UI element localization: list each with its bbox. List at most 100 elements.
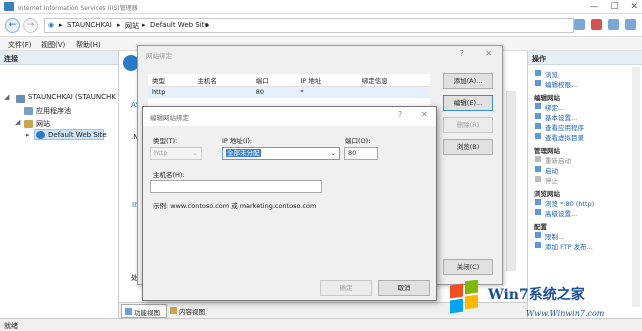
close-icon[interactable]: ✕ bbox=[485, 49, 492, 58]
content-icon bbox=[170, 307, 177, 314]
hostname-label: 主机名(H): bbox=[153, 171, 185, 179]
type-select[interactable]: http ⌄ bbox=[150, 147, 202, 160]
globe-icon: ◉ bbox=[48, 21, 55, 29]
home-icon[interactable] bbox=[608, 19, 619, 30]
help-icon[interactable]: ? bbox=[460, 49, 464, 58]
hostname-field[interactable] bbox=[150, 180, 322, 193]
breadcrumb[interactable]: ◉ ▸ STAUNCHKAI ▸ 网站 ▸ Default Web Site ▸ bbox=[44, 18, 574, 33]
edit-binding-dialog: 编辑网站绑定 ? ✕ 类型(T): http ⌄ IP 地址(I): 全部未分配… bbox=[142, 106, 437, 301]
tab-content-view[interactable]: 内容视图 bbox=[169, 304, 215, 318]
stop-icon[interactable] bbox=[591, 19, 602, 30]
maximize-icon[interactable]: ☐ bbox=[610, 2, 618, 12]
window-title: Internet Information Services (IIS)管理器 bbox=[18, 5, 138, 12]
tree-item-sites[interactable]: 网站 bbox=[36, 119, 50, 129]
type-value: http bbox=[154, 149, 168, 157]
action-link[interactable]: 浏览 bbox=[545, 69, 558, 79]
action-group-header: 管理网站 bbox=[534, 147, 560, 155]
action-link[interactable]: 添加 FTP 发布... bbox=[545, 241, 593, 251]
column-header-port[interactable]: 端口 bbox=[251, 74, 297, 87]
close-button[interactable]: 关闭(C) bbox=[443, 259, 493, 275]
table-row[interactable]: http 80 * bbox=[148, 86, 430, 98]
breadcrumb-item-site[interactable]: Default Web Site bbox=[150, 21, 209, 29]
menu-view[interactable]: 视图(V) bbox=[41, 40, 65, 50]
port-field[interactable]: 80 bbox=[344, 147, 378, 160]
tab-content-label: 内容视图 bbox=[179, 308, 205, 316]
folder-icon bbox=[24, 120, 33, 128]
ok-button[interactable]: 确定 bbox=[320, 280, 372, 296]
action-group-header: 编辑网站 bbox=[534, 94, 560, 102]
cell-ip: * bbox=[296, 86, 358, 98]
ip-value: 全部未分配 bbox=[226, 149, 261, 157]
action-icon bbox=[535, 80, 541, 86]
tree-item-server[interactable]: STAUNCHKAI (STAUNCHK bbox=[28, 93, 116, 101]
tree-item-default-site[interactable]: Default Web Site bbox=[48, 131, 107, 139]
cell-type: http bbox=[148, 86, 194, 98]
action-icon bbox=[535, 133, 541, 139]
tree-item-app-pools[interactable]: 应用程序池 bbox=[36, 106, 71, 116]
remove-button[interactable]: 删除(R) bbox=[443, 117, 493, 133]
chevron-down-icon: ⌄ bbox=[192, 149, 198, 157]
column-header-host[interactable]: 主机名 bbox=[193, 74, 252, 87]
actions-header: 操作 bbox=[528, 51, 642, 65]
action-icon bbox=[535, 70, 541, 76]
cell-port: 80 bbox=[251, 86, 297, 98]
scrollbar[interactable] bbox=[506, 91, 516, 271]
title-bar: Internet Information Services (IIS)管理器 —… bbox=[0, 0, 642, 14]
action-link[interactable]: 编辑权限... bbox=[545, 79, 577, 89]
column-header-type[interactable]: 类型 bbox=[148, 74, 194, 87]
actions-scrollbar[interactable] bbox=[632, 67, 640, 307]
refresh-icon[interactable] bbox=[574, 19, 585, 30]
column-header-ip[interactable]: IP 地址 bbox=[296, 74, 358, 87]
action-link[interactable]: 限制... bbox=[545, 231, 564, 241]
add-button[interactable]: 添加(A)... bbox=[443, 73, 493, 89]
edit-dialog-title: 编辑网站绑定 bbox=[150, 114, 189, 122]
edit-button[interactable]: 编辑(E)... bbox=[443, 95, 493, 111]
chevron-right-icon[interactable]: ▸ bbox=[26, 131, 30, 139]
app-pool-icon bbox=[24, 107, 33, 115]
menu-help[interactable]: 帮助(H) bbox=[76, 40, 101, 50]
bindings-dialog-title: 网站绑定 bbox=[146, 52, 172, 60]
action-link[interactable]: 停止 bbox=[545, 175, 558, 185]
connections-pane: 连接 ◢ STAUNCHKAI (STAUNCHK 应用程序池 ◢ 网站 ▸ D… bbox=[0, 51, 119, 318]
chevron-down-icon: ⌄ bbox=[330, 149, 336, 157]
close-icon[interactable]: ✕ bbox=[421, 110, 428, 119]
action-group-header: 浏览网站 bbox=[534, 190, 560, 198]
action-link[interactable]: 浏览 *:80 (http) bbox=[545, 198, 594, 208]
cell-host bbox=[193, 86, 252, 98]
action-icon bbox=[535, 123, 541, 129]
cancel-button[interactable]: 取消 bbox=[378, 280, 430, 296]
column-header-info[interactable]: 绑定信息 bbox=[357, 74, 430, 87]
address-bar: ← → ◉ ▸ STAUNCHKAI ▸ 网站 ▸ Default Web Si… bbox=[0, 14, 642, 37]
action-icon bbox=[535, 209, 541, 215]
action-link[interactable]: 启动 bbox=[545, 165, 558, 175]
action-link[interactable]: 绑定... bbox=[545, 102, 564, 112]
action-icon bbox=[535, 199, 541, 205]
action-icon bbox=[535, 103, 541, 109]
watermark-url: Www.Winwin7.com bbox=[526, 309, 605, 318]
breadcrumb-item-server[interactable]: STAUNCHKAI bbox=[67, 21, 112, 29]
ip-address-select[interactable]: 全部未分配 ⌄ bbox=[222, 147, 340, 160]
action-icon bbox=[535, 113, 541, 119]
actions-pane: 操作 浏览 编辑权限... 编辑网站 绑定... 基本设置... 查看应用程序 查看虚拟目录… bbox=[527, 51, 642, 318]
collapse-icon[interactable]: ◢ bbox=[4, 93, 9, 101]
breadcrumb-item-sites[interactable]: 网站 bbox=[125, 21, 139, 31]
forward-button[interactable]: → bbox=[23, 18, 38, 33]
tab-features-view[interactable]: 功能视图 bbox=[121, 304, 167, 318]
action-icon bbox=[535, 232, 541, 238]
action-icon bbox=[535, 176, 541, 182]
expand-icon[interactable]: ◢ bbox=[15, 118, 20, 126]
menu-file[interactable]: 文件(F) bbox=[8, 40, 32, 50]
back-button[interactable]: ← bbox=[5, 18, 20, 33]
action-link[interactable]: 查看应用程序 bbox=[545, 122, 584, 132]
minimize-icon[interactable]: — bbox=[589, 2, 598, 12]
help-icon[interactable] bbox=[625, 19, 636, 30]
type-label: 类型(T): bbox=[153, 137, 178, 145]
action-link[interactable]: 重新启动 bbox=[545, 155, 571, 165]
action-link[interactable]: 高级设置... bbox=[545, 208, 577, 218]
action-link[interactable]: 查看虚拟目录 bbox=[545, 132, 584, 142]
action-group-header: 配置 bbox=[534, 223, 547, 231]
action-link[interactable]: 基本设置... bbox=[545, 112, 577, 122]
close-icon[interactable]: ✕ bbox=[630, 2, 638, 12]
browse-button[interactable]: 浏览(B) bbox=[443, 139, 493, 155]
help-icon[interactable]: ? bbox=[398, 110, 402, 119]
